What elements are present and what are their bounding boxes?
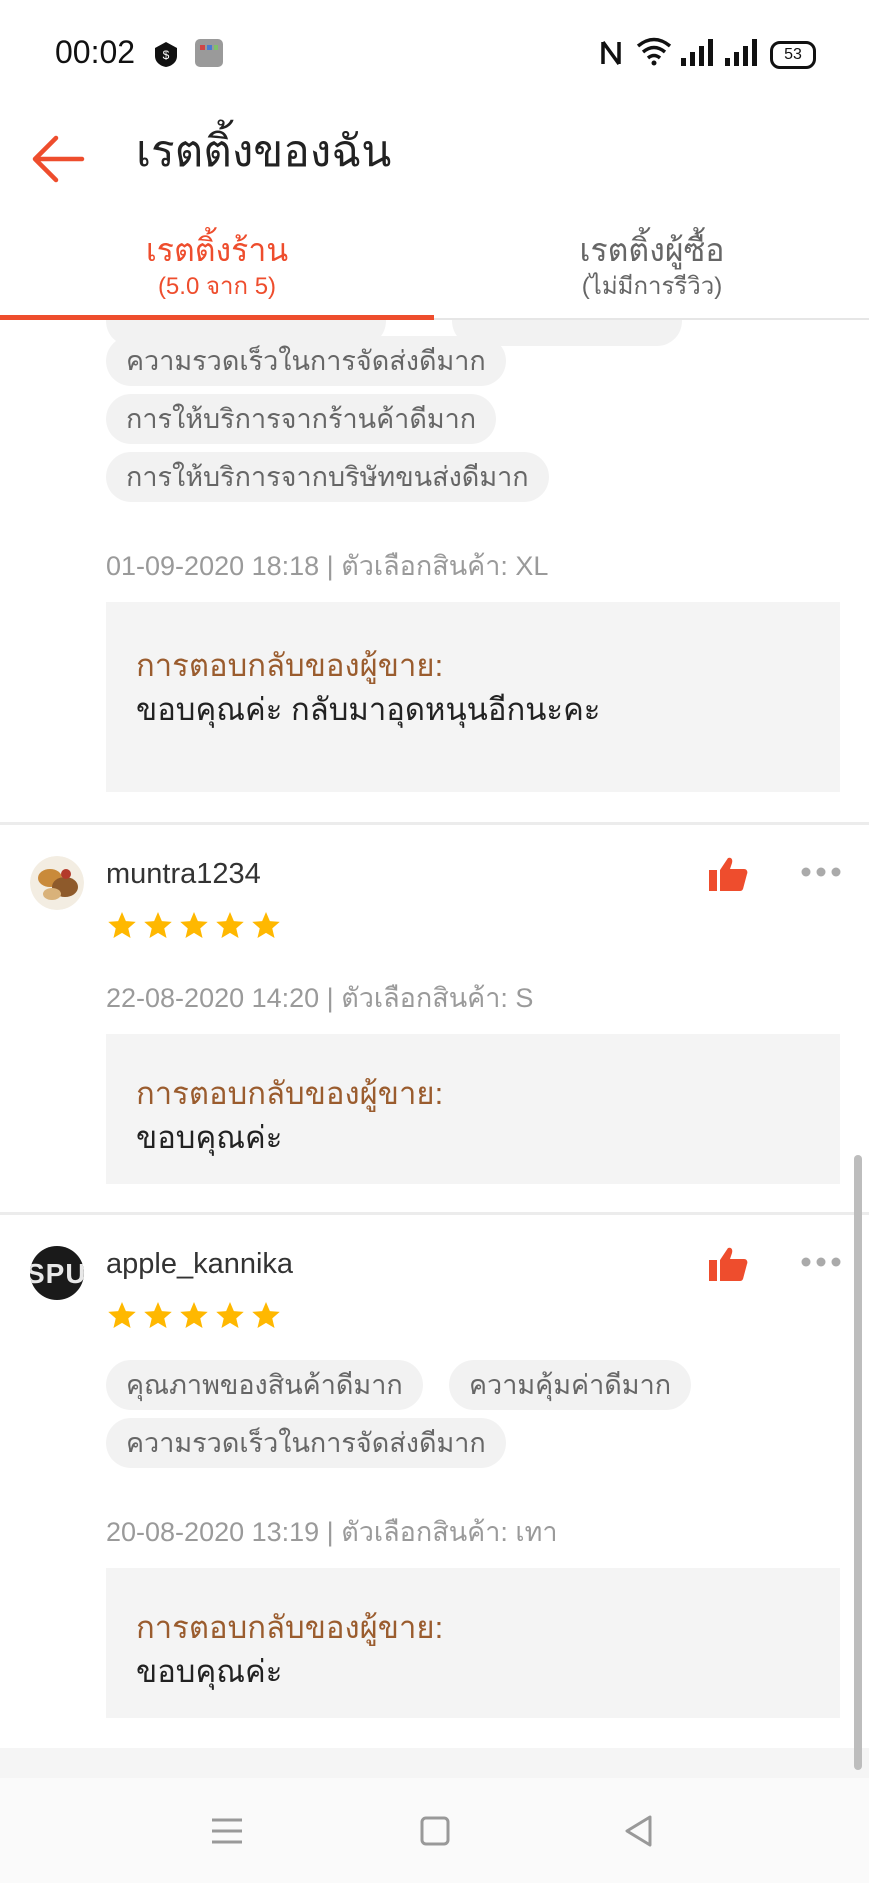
review-list[interactable]: ความรวดเร็วในการจัดส่งดีมาก การให้บริการ… (0, 320, 869, 1780)
divider (0, 822, 869, 825)
review-tag: การให้บริการจากร้านค้าดีมาก (106, 394, 497, 444)
review-meta: 22-08-2020 14:20 | ตัวเลือกสินค้า: S (106, 983, 534, 1013)
app-header: เรตติ้งของฉัน (0, 106, 869, 214)
back-arrow-icon[interactable] (28, 128, 90, 190)
list-end-spacer (0, 1748, 869, 1780)
battery-icon: 53 (770, 41, 816, 69)
tab-buyer-rating[interactable]: เรตติ้งผู้ซื้อ (ไม่มีการรีวิว) (435, 214, 869, 318)
system-nav-bar (0, 1778, 869, 1883)
seller-reply: การตอบกลับของผู้ขาย: ขอบคุณค่ะ (106, 1568, 840, 1718)
star-icon (144, 1302, 172, 1328)
back-icon[interactable] (614, 1806, 664, 1856)
star-icon (252, 1302, 280, 1328)
reviewer-username: muntra1234 (106, 858, 261, 890)
more-options-icon[interactable] (800, 866, 842, 878)
signal-1-icon (681, 39, 713, 66)
review-meta: 20-08-2020 13:19 | ตัวเลือกสินค้า: เทา (106, 1517, 558, 1547)
review-tag: ความคุ้มค่าดีมาก (449, 1360, 692, 1410)
review-tag: ความรวดเร็วในการจัดส่งดีมาก (106, 1418, 506, 1468)
avatar[interactable]: SPU (30, 1246, 84, 1300)
tab-bar: เรตติ้งร้าน (5.0 จาก 5) เรตติ้งผู้ซื้อ (… (0, 214, 869, 320)
star-icon (180, 912, 208, 938)
page-title: เรตติ้งของฉัน (136, 127, 392, 176)
seller-reply-text: ขอบคุณค่ะ (136, 1120, 283, 1155)
tab-shop-rating-sub: (5.0 จาก 5) (157, 273, 277, 300)
seller-reply-label: การตอบกลับของผู้ขาย: (136, 648, 444, 683)
app-notification-icon (195, 39, 223, 67)
star-icon (252, 912, 280, 938)
seller-reply-text: ขอบคุณค่ะ (136, 1654, 283, 1689)
menu-icon[interactable] (202, 1806, 252, 1856)
star-icon (108, 912, 136, 938)
more-options-icon[interactable] (800, 1256, 842, 1268)
thumbs-up-icon[interactable] (708, 856, 748, 892)
review-meta: 01-09-2020 18:18 | ตัวเลือกสินค้า: XL (106, 551, 549, 581)
star-icon (144, 912, 172, 938)
avatar[interactable] (30, 856, 84, 910)
thumbs-up-icon[interactable] (708, 1246, 748, 1282)
nfc-icon (601, 40, 621, 66)
tab-buyer-rating-title: เรตติ้งผู้ซื้อ (579, 232, 725, 268)
seller-reply-label: การตอบกลับของผู้ขาย: (136, 1610, 444, 1645)
signal-2-icon (725, 39, 757, 66)
status-bar: 00:02 $ 53 (0, 0, 869, 106)
review-tag: ความรวดเร็วในการจัดส่งดีมาก (106, 336, 506, 386)
star-icon (216, 912, 244, 938)
star-icon (108, 1302, 136, 1328)
home-icon[interactable] (410, 1806, 460, 1856)
reviewer-username: apple_kannika (106, 1248, 294, 1280)
seller-reply: การตอบกลับของผู้ขาย: ขอบคุณค่ะ กลับมาอุด… (106, 602, 840, 792)
tab-buyer-rating-sub: (ไม่มีการรีวิว) (581, 273, 723, 300)
seller-reply-label: การตอบกลับของผู้ขาย: (136, 1076, 444, 1111)
status-time: 00:02 (55, 34, 136, 70)
review-tag: คุณภาพของสินค้าดีมาก (106, 1360, 423, 1410)
svg-text:$: $ (163, 48, 170, 62)
star-icon (216, 1302, 244, 1328)
food-avatar-image (30, 856, 84, 910)
seller-reply: การตอบกลับของผู้ขาย: ขอบคุณค่ะ (106, 1034, 840, 1184)
star-rating (106, 1300, 286, 1334)
review-tag: การให้บริการจากบริษัทขนส่งดีมาก (106, 452, 549, 502)
scrollbar[interactable] (854, 1155, 862, 1770)
tab-shop-rating[interactable]: เรตติ้งร้าน (5.0 จาก 5) (0, 214, 434, 320)
shield-notification-icon: $ (155, 42, 177, 67)
wifi-icon (636, 37, 672, 66)
avatar-text: SPU (30, 1258, 84, 1289)
star-rating (106, 910, 286, 944)
seller-reply-text: ขอบคุณค่ะ กลับมาอุดหนุนอีกนะคะ (136, 692, 601, 727)
tab-shop-rating-title: เรตติ้งร้าน (145, 232, 289, 268)
divider (0, 1212, 869, 1215)
star-icon (180, 1302, 208, 1328)
